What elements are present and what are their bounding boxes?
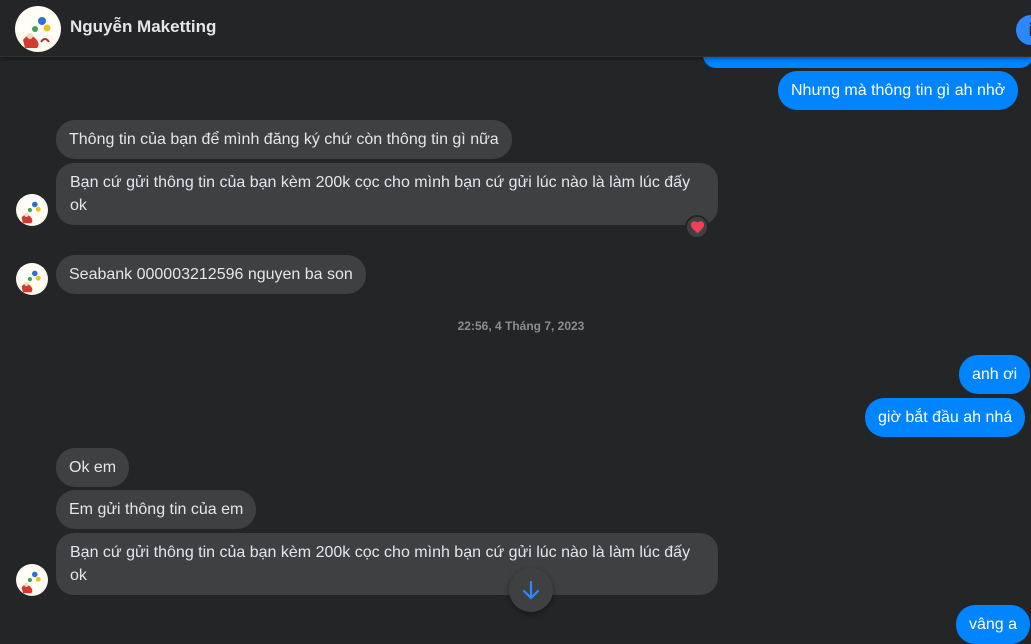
chat-header: Nguyễn Maketting i: [0, 0, 1031, 57]
incoming-message[interactable]: Ok em: [56, 448, 130, 487]
incoming-message[interactable]: Bạn cứ gửi thông tin của bạn kèm 200k cọ…: [56, 533, 718, 595]
info-icon[interactable]: i: [1016, 15, 1031, 45]
incoming-message[interactable]: Seabank 000003212596 nguyen ba son: [56, 255, 366, 294]
message-timestamp: 22:56, 4 Tháng 7, 2023: [457, 319, 585, 333]
contact-avatar[interactable]: [15, 6, 61, 52]
contact-avatar-small[interactable]: [16, 263, 48, 295]
contact-avatar-small[interactable]: [16, 564, 48, 596]
contact-name[interactable]: Nguyễn Maketting: [70, 17, 216, 37]
outgoing-message[interactable]: anh ơi: [959, 355, 1031, 394]
heart-icon[interactable]: [685, 215, 709, 239]
incoming-message[interactable]: Thông tin của bạn để mình đăng ký chứ cò…: [56, 120, 512, 159]
outgoing-message[interactable]: Nhưng mà thông tin gì ah nhở: [778, 71, 1019, 110]
incoming-message[interactable]: Em gửi thông tin của em: [56, 490, 257, 529]
arrow-down-icon: [522, 580, 540, 600]
incoming-message[interactable]: Bạn cứ gửi thông tin của bạn kèm 200k cọ…: [56, 163, 718, 225]
scroll-to-bottom-button[interactable]: [509, 568, 553, 612]
outgoing-message[interactable]: giờ bắt đầu ah nhá: [865, 398, 1026, 437]
contact-avatar-small[interactable]: [16, 194, 48, 226]
outgoing-message[interactable]: vâng a: [956, 605, 1031, 644]
